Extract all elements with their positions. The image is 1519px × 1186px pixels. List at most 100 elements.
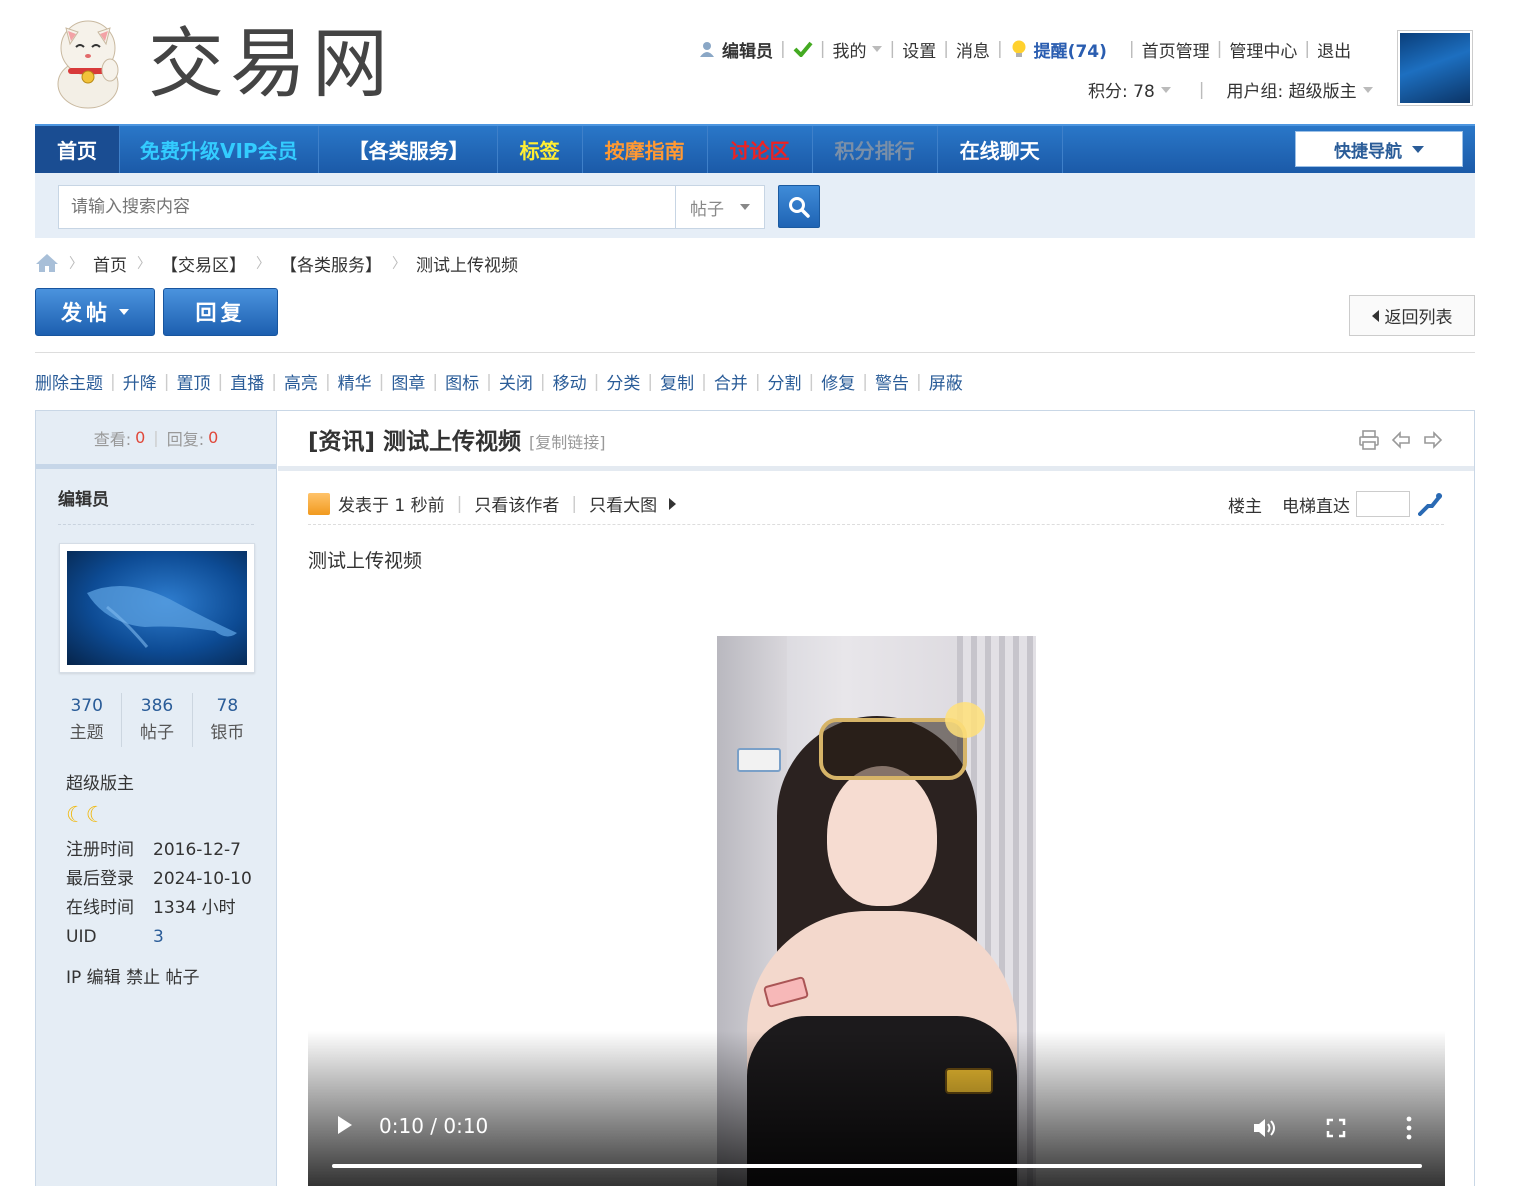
fullscreen-icon[interactable]: [1326, 1118, 1346, 1138]
mod-tool-link[interactable]: 修复: [821, 369, 855, 394]
mod-tool-link[interactable]: 分类: [606, 369, 640, 394]
only-images-link[interactable]: 只看大图: [589, 491, 657, 516]
profile-value: 2016-12-7: [153, 840, 241, 860]
nav-item-vip[interactable]: 免费升级VIP会员: [120, 126, 319, 173]
mod-tool-link[interactable]: 直播: [230, 369, 264, 394]
breadcrumb-trade-zone[interactable]: 【交易区】: [161, 251, 246, 276]
mod-tool-link[interactable]: 合并: [714, 369, 748, 394]
site-name[interactable]: 交易网: [148, 18, 394, 110]
author-name[interactable]: 编辑员: [58, 469, 254, 525]
remind-link[interactable]: 提醒(74): [1034, 37, 1107, 62]
mod-tool-link[interactable]: 警告: [875, 369, 909, 394]
user-group[interactable]: 超级版主: [66, 769, 134, 794]
mod-tool-link[interactable]: 图章: [391, 369, 425, 394]
avatar[interactable]: [59, 543, 255, 673]
quick-nav-label: 快捷导航: [1334, 141, 1402, 162]
video-progress-bar[interactable]: [332, 1164, 1422, 1168]
more-options-icon[interactable]: [1405, 1116, 1413, 1140]
search-type-select[interactable]: 帖子: [675, 185, 765, 229]
stat-threads[interactable]: 370 主题: [52, 693, 123, 747]
nav-item-chat[interactable]: 在线聊天: [938, 126, 1063, 173]
post-title: [资讯] 测试上传视频: [308, 422, 521, 456]
settings-link[interactable]: 设置: [902, 37, 936, 62]
post-category[interactable]: [资讯]: [308, 429, 375, 455]
mod-tool-link[interactable]: 关闭: [499, 369, 533, 394]
breadcrumb-current[interactable]: 测试上传视频: [416, 251, 518, 276]
messages-link[interactable]: 消息: [956, 37, 990, 62]
profile-value: 2024-10-10: [153, 869, 252, 889]
mod-tool-link[interactable]: 高亮: [284, 369, 318, 394]
search-input[interactable]: [58, 185, 676, 229]
next-thread-icon[interactable]: [1422, 429, 1444, 451]
mod-tool-link[interactable]: 置顶: [176, 369, 210, 394]
nav-item-discussion[interactable]: 讨论区: [708, 126, 813, 173]
mod-tool-link[interactable]: 删除主题: [35, 369, 103, 394]
volume-icon[interactable]: [1252, 1116, 1278, 1140]
separator: |: [754, 371, 761, 392]
separator: |: [378, 371, 385, 392]
mod-tool-link[interactable]: 复制: [660, 369, 694, 394]
stat-silver[interactable]: 78 银币: [193, 693, 262, 747]
elevator-icon[interactable]: [1418, 492, 1444, 516]
username-link[interactable]: 编辑员: [722, 37, 773, 62]
only-author-link[interactable]: 只看该作者: [474, 491, 559, 516]
play-icon[interactable]: [338, 1116, 352, 1134]
reply-label: 回复: [195, 301, 246, 325]
breadcrumb-services[interactable]: 【各类服务】: [280, 251, 382, 276]
profile-key: 在线时间: [66, 898, 134, 918]
mod-tool-link[interactable]: 精华: [338, 369, 372, 394]
search-type-label: 帖子: [690, 199, 724, 220]
replies-label: 回复:: [166, 429, 205, 449]
breadcrumb-home[interactable]: 首页: [93, 251, 127, 276]
nav-item-tags[interactable]: 标签: [498, 126, 583, 173]
profile-value: 1334 小时: [153, 898, 236, 918]
usergroup-menu[interactable]: 用户组: 超级版主: [1227, 77, 1357, 102]
points-menu[interactable]: 积分: 78: [1088, 77, 1155, 102]
nav-item-points-rank[interactable]: 积分排行: [813, 126, 938, 173]
nav-item-home[interactable]: 首页: [35, 126, 120, 173]
home-icon[interactable]: [35, 253, 59, 273]
back-to-list-button[interactable]: 返回列表: [1349, 295, 1475, 336]
user-meta: 积分: 78 | 用户组: 超级版主: [1088, 77, 1373, 102]
nav-item-services[interactable]: 【各类服务】: [319, 126, 498, 173]
header-avatar[interactable]: [1397, 30, 1473, 106]
new-post-button[interactable]: 发帖: [35, 288, 155, 336]
play-small-icon: [669, 497, 677, 510]
mod-tool-link[interactable]: 屏蔽: [929, 369, 963, 394]
lucky-cat-logo[interactable]: [48, 14, 128, 110]
uid-link[interactable]: 3: [153, 923, 164, 952]
quick-nav-button[interactable]: 快捷导航: [1295, 131, 1463, 167]
mod-tool-link[interactable]: 升降: [123, 369, 157, 394]
mod-tool-link[interactable]: 分割: [768, 369, 802, 394]
posted-time: 发表于 1 秒前: [338, 496, 445, 516]
home-manage-link[interactable]: 首页管理: [1142, 37, 1210, 62]
mod-tool-link[interactable]: 移动: [553, 369, 587, 394]
separator: |: [324, 371, 331, 392]
stat-value: 386: [140, 696, 174, 716]
video-player[interactable]: 0:10 / 0:10: [308, 636, 1445, 1186]
separator: |: [593, 371, 600, 392]
chevron-down-icon: [119, 309, 129, 315]
profile-row: 在线时间 1334 小时: [66, 894, 252, 923]
stat-posts[interactable]: 386 帖子: [122, 693, 193, 747]
checkmark-icon[interactable]: [793, 41, 813, 57]
search-button[interactable]: [778, 185, 820, 228]
reply-button[interactable]: 回复: [163, 288, 278, 336]
previous-thread-icon[interactable]: [1390, 429, 1412, 451]
admin-links[interactable]: IP 编辑 禁止 帖子: [66, 963, 199, 988]
profile-key: 注册时间: [66, 840, 134, 860]
nav-item-massage-guide[interactable]: 按摩指南: [583, 126, 708, 173]
copy-link[interactable]: [复制链接]: [529, 429, 606, 453]
print-icon[interactable]: [1358, 429, 1380, 451]
chevron-left-icon: [1371, 309, 1379, 322]
chevron-down-icon: [872, 46, 883, 52]
mod-tool-link[interactable]: 图标: [445, 369, 479, 394]
moderation-toolbar: 删除主题 | 升降 | 置顶 | 直播 | 高亮 | 精华 | 图章 | 图标 | 关闭 | 移动 | 分类 | 复制 | 合并…: [35, 369, 963, 395]
post-main: [资讯] 测试上传视频 [复制链接] 发表于 1 秒前 | 只看该作者 | 只看…: [278, 411, 1474, 1186]
stat-label: 帖子: [139, 723, 174, 743]
floor-jump-input[interactable]: [1356, 491, 1410, 517]
mine-menu[interactable]: 我的: [832, 37, 866, 62]
admin-center-link[interactable]: 管理中心: [1229, 37, 1297, 62]
breadcrumb: 〉 首页 〉 【交易区】 〉 【各类服务】 〉 测试上传视频: [35, 250, 518, 276]
logout-link[interactable]: 退出: [1317, 37, 1351, 62]
